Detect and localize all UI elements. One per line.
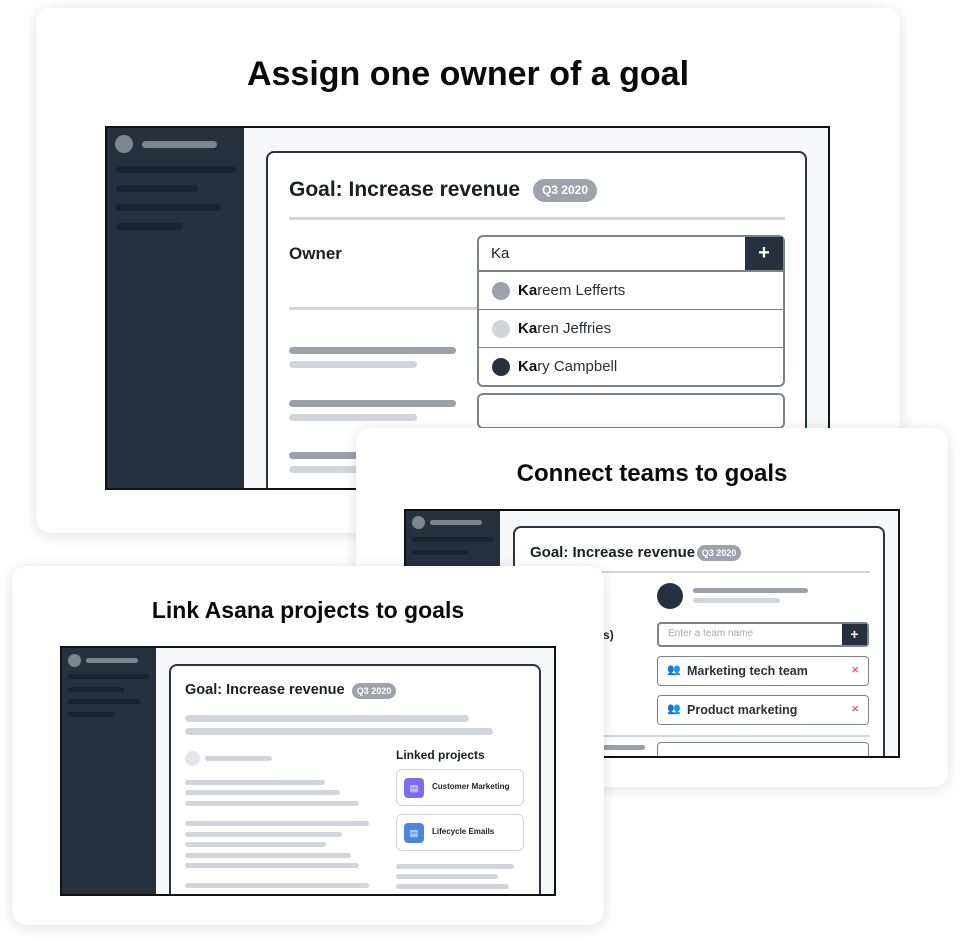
suggestion-name: ry Campbell	[537, 358, 618, 375]
placeholder-bar	[396, 874, 498, 879]
match-text: Ka	[518, 358, 538, 375]
owner-combobox: Ka + Ka reem Lefferts Ka ren Jeffries Ka ry…	[477, 235, 785, 387]
sidebar-bar	[116, 166, 236, 173]
placeholder-bar	[185, 832, 342, 837]
placeholder-bar	[185, 821, 369, 826]
avatar	[185, 751, 200, 766]
sidebar-bar	[116, 223, 183, 230]
project-name: Customer Marketing	[432, 782, 510, 791]
goal-title: Goal: Increase revenue	[185, 682, 345, 698]
team-chip: 👥 Marketing tech team ×	[657, 656, 869, 686]
sidebar-bar	[116, 204, 221, 211]
project-name: Lifecycle Emails	[432, 827, 495, 836]
empty-input[interactable]	[657, 742, 869, 756]
sidebar	[62, 648, 156, 894]
team-input[interactable]: Enter a team name +	[657, 622, 869, 647]
placeholder-bar	[396, 884, 509, 889]
team-name: Marketing tech team	[687, 664, 808, 678]
owner-suggestion[interactable]: Ka ry Campbell	[479, 347, 783, 385]
sidebar-bar	[412, 550, 468, 555]
sidebar-bar	[86, 658, 138, 663]
avatar	[492, 357, 510, 376]
owner-label: Owner	[289, 244, 342, 263]
empty-input[interactable]	[477, 393, 785, 429]
period-badge: Q3 2020	[352, 683, 396, 699]
placeholder-bar	[693, 598, 780, 603]
divider	[289, 217, 785, 220]
team-chip: 👥 Product marketing ×	[657, 695, 869, 725]
team-icon: 👥	[667, 703, 681, 715]
add-team-button[interactable]: +	[842, 624, 867, 645]
placeholder-bar	[185, 801, 359, 806]
suggestion-name: reem Lefferts	[537, 282, 626, 299]
placeholder-bar	[185, 883, 369, 888]
team-avatar	[657, 583, 683, 609]
match-text: Ka	[518, 282, 538, 299]
owner-search-input[interactable]: Ka	[491, 245, 509, 262]
goal-title: Goal: Increase revenue	[530, 544, 696, 561]
placeholder-bar	[185, 863, 359, 868]
goal-title: Goal: Increase revenue	[289, 178, 521, 201]
placeholder-bar	[289, 347, 456, 354]
avatar	[492, 281, 510, 300]
sidebar-bar	[116, 185, 198, 192]
team-name: Product marketing	[687, 703, 798, 717]
close-icon[interactable]: ×	[851, 662, 859, 677]
divider	[289, 307, 479, 310]
placeholder-bar	[185, 853, 351, 858]
match-text: Ka	[518, 320, 538, 337]
owner-suggestion[interactable]: Ka reem Lefferts	[479, 270, 783, 309]
placeholder-bar	[185, 790, 340, 795]
sidebar-bar	[412, 537, 494, 542]
card-title: Assign one owner of a goal	[246, 55, 690, 93]
placeholder-bar	[289, 400, 456, 407]
avatar	[68, 654, 81, 667]
sidebar-bar	[430, 520, 482, 525]
goal-panel: Goal: Increase revenue Q3 2020 Linked pr…	[169, 664, 541, 894]
sidebar-bar	[142, 141, 217, 148]
link-projects-card: Link Asana projects to goals Goal: Incre…	[12, 566, 604, 925]
period-badge: Q3 2020	[697, 545, 741, 561]
placeholder-bar	[185, 780, 325, 785]
project-icon: ▤	[404, 823, 424, 843]
period-badge: Q3 2020	[533, 179, 597, 202]
project-icon: ▤	[404, 778, 424, 798]
sidebar-bar	[68, 712, 114, 717]
team-icon: 👥	[667, 664, 681, 676]
sidebar-bar	[68, 674, 150, 679]
placeholder-bar	[693, 588, 808, 593]
placeholder-bar	[289, 361, 417, 368]
project-card[interactable]: ▤ Customer Marketing	[396, 769, 524, 806]
avatar	[492, 319, 510, 338]
team-input-placeholder: Enter a team name	[668, 628, 754, 639]
close-icon[interactable]: ×	[851, 701, 859, 716]
placeholder-bar	[185, 728, 493, 735]
placeholder-bar	[396, 864, 514, 869]
sidebar-bar	[68, 687, 124, 692]
card-title: Link Asana projects to goals	[151, 597, 465, 623]
placeholder-bar	[205, 756, 272, 761]
placeholder-bar	[185, 842, 326, 847]
sidebar	[107, 128, 244, 488]
add-owner-button[interactable]: +	[745, 237, 783, 270]
placeholder-bar	[185, 715, 469, 722]
sidebar-bar	[68, 699, 140, 704]
app-window-mock: Goal: Increase revenue Q3 2020 Linked pr…	[60, 646, 556, 896]
avatar	[412, 516, 425, 529]
suggestion-name: ren Jeffries	[537, 320, 612, 337]
owner-suggestion[interactable]: Ka ren Jeffries	[479, 309, 783, 347]
linked-projects-heading: Linked projects	[396, 748, 485, 762]
placeholder-bar	[289, 414, 417, 421]
avatar	[115, 135, 133, 153]
card-title: Connect teams to goals	[516, 460, 788, 487]
project-card[interactable]: ▤ Lifecycle Emails	[396, 814, 524, 851]
